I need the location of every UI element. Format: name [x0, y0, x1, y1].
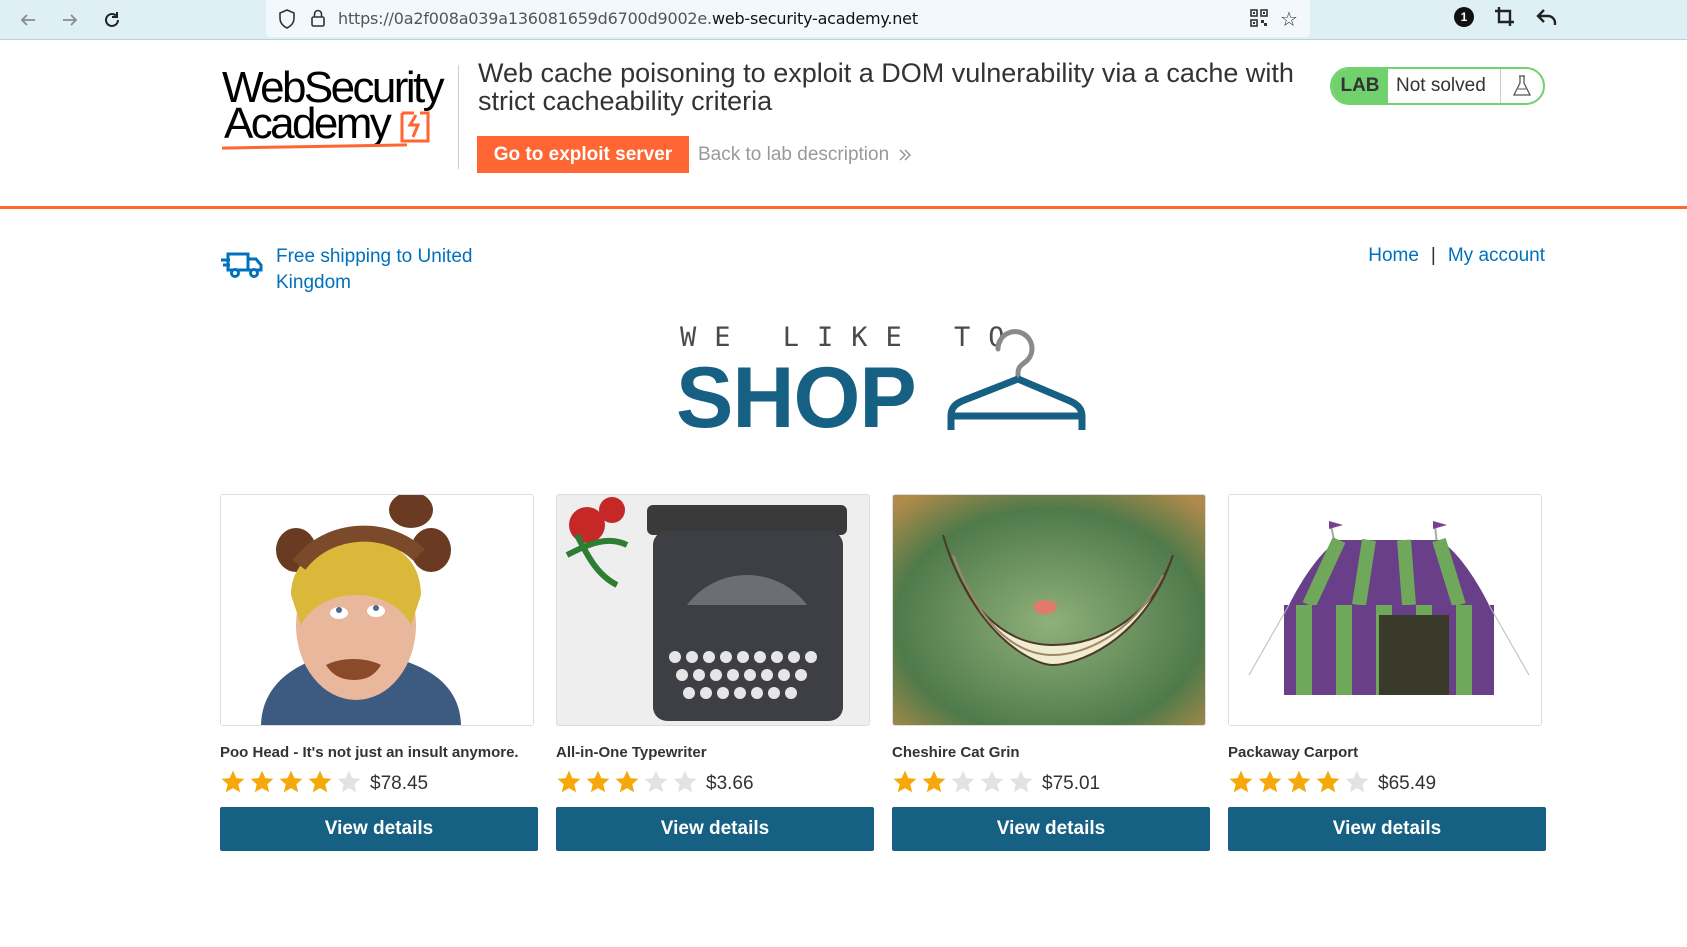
star-empty-icon: [1345, 770, 1369, 793]
product-name: Cheshire Cat Grin: [892, 744, 1020, 761]
browser-toolbar: https://0a2f008a039a136081659d6700d9002e…: [0, 0, 1687, 40]
star-filled-icon: [1229, 770, 1253, 793]
star-filled-icon: [557, 770, 581, 793]
star-empty-icon: [337, 770, 361, 793]
star-filled-icon: [221, 770, 245, 793]
clothes-hanger-icon: [947, 329, 1086, 430]
delivery-truck-icon: [221, 252, 263, 278]
shield-icon[interactable]: [278, 9, 296, 34]
reload-icon[interactable]: [98, 6, 126, 34]
star-filled-icon: [1258, 770, 1282, 793]
product-grid: Poo Head - It's not just an insult anymo…: [220, 494, 1546, 851]
product-image-poo-head: [220, 494, 534, 726]
product-rating-row: $3.66: [556, 769, 874, 795]
address-bar[interactable]: https://0a2f008a039a136081659d6700d9002e…: [266, 0, 1310, 37]
product-name: Poo Head - It's not just an insult anymo…: [220, 744, 519, 761]
product-card: Packaway Carport $65.49 View details: [1228, 494, 1546, 851]
extension-badge-icon[interactable]: 1: [1454, 7, 1474, 27]
view-details-button[interactable]: View details: [220, 807, 538, 851]
star-filled-icon: [615, 770, 639, 793]
lab-status-label: LAB: [1332, 69, 1388, 103]
top-navigation: Home | My account: [1368, 245, 1545, 267]
product-card: All-in-One Typewriter $3.66 View details: [556, 494, 874, 851]
view-details-button[interactable]: View details: [892, 807, 1210, 851]
product-image-carport-tent: [1228, 494, 1542, 726]
star-empty-icon: [673, 770, 697, 793]
product-image-cheshire-cat-grin: [892, 494, 1206, 726]
star-filled-icon: [922, 770, 946, 793]
star-empty-icon: [644, 770, 668, 793]
star-filled-icon: [586, 770, 610, 793]
star-filled-icon: [250, 770, 274, 793]
product-rating-row: $75.01: [892, 769, 1210, 795]
back-link-label: Back to lab description: [698, 144, 890, 165]
product-rating-row: $78.45: [220, 769, 538, 795]
lab-header: WebSecurity Academy Web cache poisoning …: [0, 41, 1687, 209]
star-empty-icon: [1009, 770, 1033, 793]
home-link[interactable]: Home: [1368, 245, 1419, 267]
star-rating: [556, 769, 698, 795]
flask-icon: [1501, 69, 1543, 103]
product-price: $3.66: [706, 773, 754, 794]
product-card: Cheshire Cat Grin $75.01 View details: [892, 494, 1210, 851]
logo-line-2: Academy: [224, 99, 392, 148]
double-chevron-right-icon: [899, 149, 912, 161]
back-arrow-icon[interactable]: [14, 6, 42, 34]
product-card: Poo Head - It's not just an insult anymo…: [220, 494, 538, 851]
nav-separator: |: [1430, 245, 1436, 266]
undo-arrow-icon[interactable]: [1536, 6, 1558, 33]
star-rating: [892, 769, 1034, 795]
go-to-exploit-server-button[interactable]: Go to exploit server: [477, 136, 689, 173]
product-name: All-in-One Typewriter: [556, 744, 707, 761]
star-empty-icon: [951, 770, 975, 793]
lab-status-widget: LAB Not solved: [1330, 67, 1545, 105]
product-price: $65.49: [1378, 773, 1437, 794]
star-rating: [1228, 769, 1370, 795]
hero-title: SHOP: [676, 350, 917, 446]
lightning-bolt-icon: [400, 111, 430, 143]
star-filled-icon: [279, 770, 303, 793]
lock-icon[interactable]: [310, 8, 326, 33]
product-image-typewriter: [556, 494, 870, 726]
web-security-academy-logo[interactable]: WebSecurity Academy: [222, 65, 458, 151]
url-text[interactable]: https://0a2f008a039a136081659d6700d9002e…: [338, 9, 918, 28]
view-details-button[interactable]: View details: [1228, 807, 1546, 851]
bookmark-star-icon[interactable]: ☆: [1280, 7, 1306, 33]
my-account-link[interactable]: My account: [1448, 245, 1545, 267]
star-filled-icon: [1287, 770, 1311, 793]
star-empty-icon: [980, 770, 1004, 793]
star-filled-icon: [893, 770, 917, 793]
view-details-button[interactable]: View details: [556, 807, 874, 851]
lab-status-value: Not solved: [1388, 69, 1501, 103]
star-rating: [220, 769, 362, 795]
star-filled-icon: [308, 770, 332, 793]
free-shipping-banner: Free shipping to United Kingdom: [220, 244, 486, 296]
product-name: Packaway Carport: [1228, 744, 1359, 761]
product-price: $75.01: [1042, 773, 1101, 794]
product-price: $78.45: [370, 773, 429, 794]
header-divider: [458, 65, 459, 169]
free-shipping-text[interactable]: Free shipping to United Kingdom: [276, 244, 486, 296]
star-filled-icon: [1316, 770, 1340, 793]
crop-icon[interactable]: [1494, 6, 1516, 33]
lab-title: Web cache poisoning to exploit a DOM vul…: [478, 58, 1294, 116]
product-rating-row: $65.49: [1228, 769, 1546, 795]
qr-code-icon[interactable]: [1250, 9, 1268, 32]
forward-arrow-icon[interactable]: [56, 6, 84, 34]
back-to-lab-description-link[interactable]: Back to lab description: [698, 144, 913, 166]
